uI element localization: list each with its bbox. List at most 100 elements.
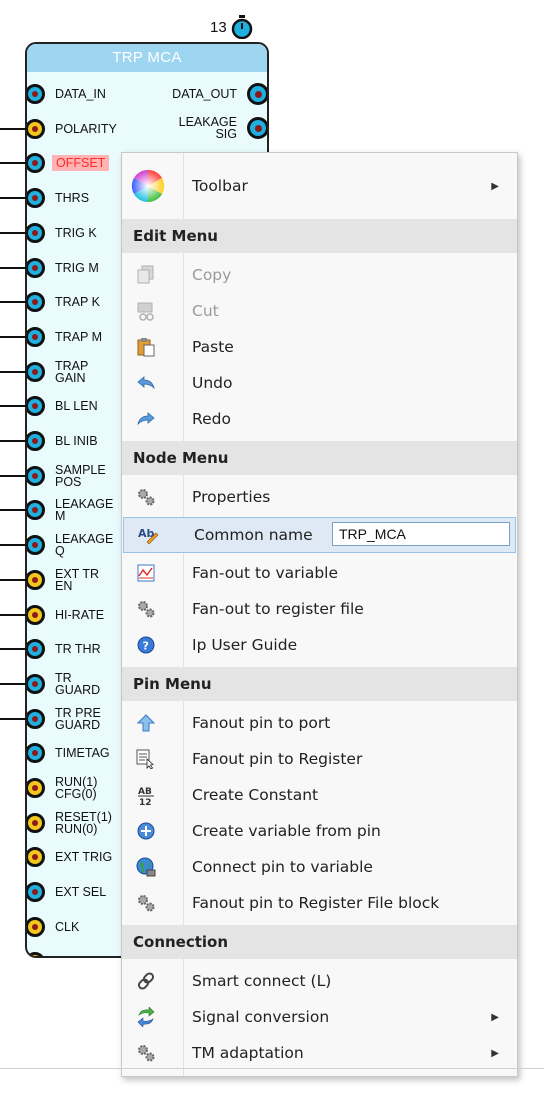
- pin-connector-icon[interactable]: [27, 743, 45, 764]
- menu-item-signal-conversion[interactable]: Signal conversion ▶: [122, 999, 517, 1035]
- pin-connector-icon[interactable]: [27, 222, 45, 243]
- pin-connector-icon[interactable]: [27, 673, 45, 694]
- connection-wire[interactable]: [0, 648, 28, 651]
- pin-connector-icon[interactable]: [27, 708, 45, 729]
- menu-item-fanout-pin-register[interactable]: Fanout pin to Register: [122, 741, 517, 777]
- menu-item-smart-connect[interactable]: Smart connect (L): [122, 963, 517, 999]
- menu-item-common-name[interactable]: Ab Common name: [123, 517, 516, 553]
- connection-wire[interactable]: [0, 717, 28, 720]
- arrow-up-icon: [134, 711, 158, 735]
- pin-label: TRAP M: [55, 329, 102, 344]
- pin-connector-icon[interactable]: [27, 431, 45, 451]
- menu-item-toolbar[interactable]: Toolbar ▶: [122, 168, 517, 204]
- connection-wire[interactable]: [0, 231, 28, 234]
- pin-label: DATA_OUT: [172, 87, 237, 101]
- connection-wire[interactable]: [0, 578, 28, 581]
- menu-item-label: Smart connect (L): [192, 972, 332, 990]
- cut-icon: [134, 299, 158, 323]
- menu-item-fanout-variable[interactable]: Fan-out to variable: [122, 555, 517, 591]
- connection-wire[interactable]: [0, 544, 28, 547]
- pin-connector-icon[interactable]: [27, 812, 45, 833]
- pin-connector-icon[interactable]: [27, 882, 45, 903]
- connection-wire[interactable]: [0, 440, 28, 442]
- connection-wire[interactable]: [0, 509, 28, 512]
- connection-wire[interactable]: [0, 127, 28, 130]
- pin-connector-icon[interactable]: [27, 361, 45, 382]
- menu-item-label: Paste: [192, 338, 234, 356]
- register-icon: [134, 747, 158, 771]
- menu-item-tm-adaptation[interactable]: TM adaptation ▶: [122, 1035, 517, 1071]
- menu-item-user-guide[interactable]: ? Ip User Guide: [122, 627, 517, 663]
- output-pin[interactable]: LEAKAGE SIG: [147, 110, 267, 146]
- menu-item-cut[interactable]: Cut: [122, 293, 517, 329]
- submenu-arrow-icon: ▶: [491, 1011, 499, 1023]
- pin-label: TRIG K: [55, 225, 97, 240]
- pin-connector-icon[interactable]: [27, 257, 45, 278]
- connection-wire[interactable]: [0, 370, 28, 373]
- menu-item-create-constant[interactable]: AB 12 Create Constant: [122, 777, 517, 813]
- pin-connector-icon[interactable]: [27, 153, 45, 174]
- menu-item-undo[interactable]: Undo: [122, 365, 517, 401]
- menu-item-fanout-pin-register-file[interactable]: Fanout pin to Register File block: [122, 885, 517, 921]
- submenu-arrow-icon: ▶: [491, 180, 499, 192]
- convert-icon: [134, 1005, 158, 1029]
- menu-item-label: TM adaptation: [192, 1044, 304, 1062]
- connection-wire[interactable]: [0, 162, 28, 165]
- menu-item-properties[interactable]: Properties: [122, 479, 517, 515]
- pin-connector-icon[interactable]: [247, 83, 267, 105]
- pin-connector-icon[interactable]: [27, 326, 45, 347]
- exec-order-count: 13: [210, 18, 227, 36]
- pin-connector-icon[interactable]: [27, 535, 45, 556]
- svg-text:?: ?: [143, 640, 149, 653]
- connection-wire[interactable]: [0, 197, 28, 200]
- connection-wire[interactable]: [0, 682, 28, 685]
- menu-item-label: Fan-out to register file: [192, 600, 364, 618]
- menu-item-fanout-register-file[interactable]: Fan-out to register file: [122, 591, 517, 627]
- pin-connector-icon[interactable]: [27, 778, 45, 798]
- output-pin[interactable]: DATA_OUT: [147, 76, 267, 112]
- menu-item-create-variable[interactable]: Create variable from pin: [122, 813, 517, 849]
- menu-item-paste[interactable]: Paste: [122, 329, 517, 365]
- pin-label: LEAKAGE Q: [55, 532, 114, 559]
- pin-label: BL LEN: [55, 399, 98, 414]
- pin-label: EXT TR EN: [55, 566, 99, 593]
- pin-connector-icon[interactable]: [27, 500, 45, 521]
- link-icon: [134, 969, 158, 993]
- gears-icon: [134, 485, 158, 509]
- pin-connector-icon[interactable]: [27, 292, 45, 313]
- menu-item-copy[interactable]: Copy: [122, 257, 517, 293]
- common-name-input[interactable]: [332, 522, 510, 546]
- connection-wire[interactable]: [0, 266, 28, 269]
- menu-item-label: Copy: [192, 266, 232, 284]
- connection-wire[interactable]: [0, 405, 28, 408]
- pin-connector-icon[interactable]: [27, 118, 45, 139]
- pin-label: CLK: [55, 919, 80, 934]
- pin-connector-icon[interactable]: [27, 188, 45, 209]
- menu-item-label: Connect pin to variable: [192, 858, 373, 876]
- menu-item-connect-pin-variable[interactable]: Connect pin to variable: [122, 849, 517, 885]
- pin-connector-icon[interactable]: [27, 916, 45, 937]
- menu-item-label: Create Constant: [192, 786, 319, 804]
- connection-wire[interactable]: [0, 335, 28, 338]
- pin-connector-icon[interactable]: [27, 951, 45, 956]
- connection-wire[interactable]: [0, 474, 28, 477]
- menu-item-label: Common name: [194, 526, 313, 544]
- menu-item-label: Fanout pin to Register File block: [192, 894, 440, 912]
- connection-wire[interactable]: [0, 613, 28, 616]
- pin-connector-icon[interactable]: [27, 639, 45, 660]
- pin-connector-icon[interactable]: [27, 84, 45, 104]
- pin-connector-icon[interactable]: [27, 396, 45, 417]
- context-menu: Toolbar ▶ Edit Menu Copy Cut Paste Undo …: [121, 152, 518, 1077]
- pin-connector-icon[interactable]: [27, 847, 45, 868]
- pin-connector-icon[interactable]: [27, 569, 45, 590]
- pin-connector-icon[interactable]: [27, 465, 45, 486]
- menu-item-redo[interactable]: Redo: [122, 401, 517, 437]
- menu-item-fanout-pin-port[interactable]: Fanout pin to port: [122, 705, 517, 741]
- section-header-node: Node Menu: [122, 441, 517, 475]
- menu-item-label: Fan-out to variable: [192, 564, 339, 582]
- pin-connector-icon[interactable]: [27, 604, 45, 625]
- pin-label: TR THR: [55, 642, 101, 657]
- pin-connector-icon[interactable]: [247, 117, 267, 139]
- connection-wire[interactable]: [0, 301, 28, 304]
- pin-label: EXT TRIG: [55, 850, 113, 865]
